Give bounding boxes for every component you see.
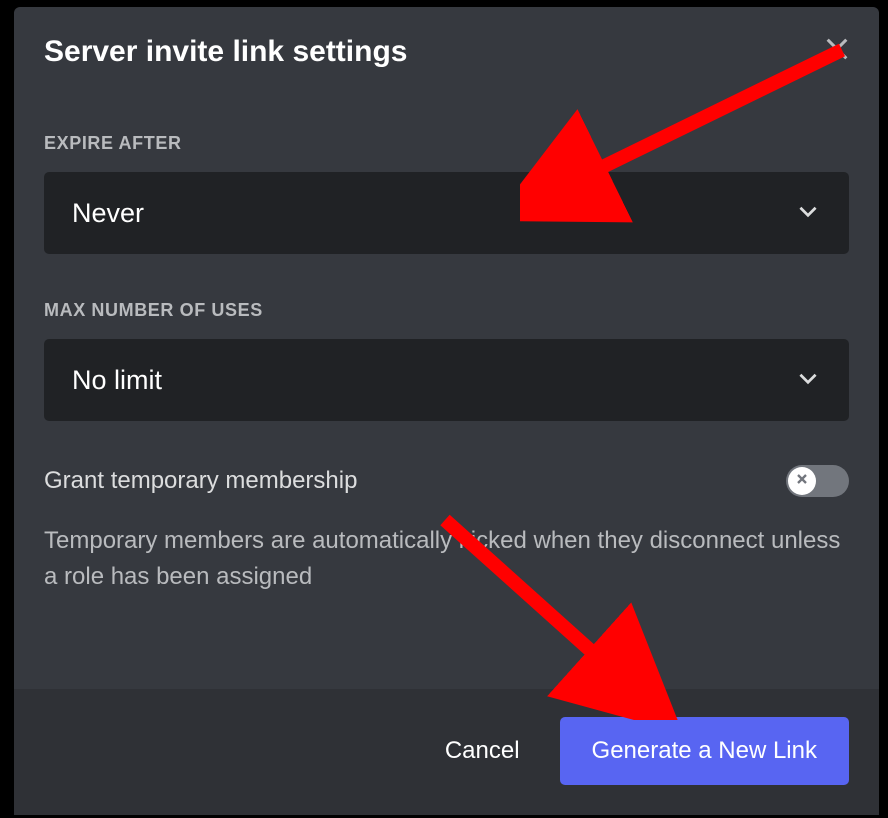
temp-membership-toggle[interactable] xyxy=(786,465,849,497)
expire-after-field: EXPIRE AFTER Never xyxy=(44,133,849,254)
modal-body: EXPIRE AFTER Never MAX NUMBER OF USES No… xyxy=(14,69,879,689)
modal-footer: Cancel Generate a New Link xyxy=(14,689,879,815)
max-uses-value: No limit xyxy=(72,365,162,396)
expire-after-select[interactable]: Never xyxy=(44,172,849,254)
max-uses-select[interactable]: No limit xyxy=(44,339,849,421)
modal-title: Server invite link settings xyxy=(44,35,407,69)
temp-membership-help: Temporary members are automatically kick… xyxy=(44,523,849,595)
modal-header: Server invite link settings xyxy=(14,7,879,69)
generate-link-button[interactable]: Generate a New Link xyxy=(560,717,849,785)
chevron-down-icon xyxy=(795,198,821,229)
x-icon xyxy=(794,471,810,492)
cancel-button[interactable]: Cancel xyxy=(435,727,530,775)
expire-after-label: EXPIRE AFTER xyxy=(44,133,849,154)
chevron-down-icon xyxy=(795,365,821,396)
temp-membership-row: Grant temporary membership xyxy=(44,465,849,497)
expire-after-value: Never xyxy=(72,198,144,229)
toggle-knob xyxy=(788,467,816,495)
close-icon xyxy=(821,53,853,68)
max-uses-label: MAX NUMBER OF USES xyxy=(44,300,849,321)
invite-settings-modal: Server invite link settings EXPIRE AFTER… xyxy=(14,7,879,815)
close-button[interactable] xyxy=(821,33,853,67)
temp-membership-label: Grant temporary membership xyxy=(44,467,357,495)
max-uses-field: MAX NUMBER OF USES No limit xyxy=(44,300,849,421)
